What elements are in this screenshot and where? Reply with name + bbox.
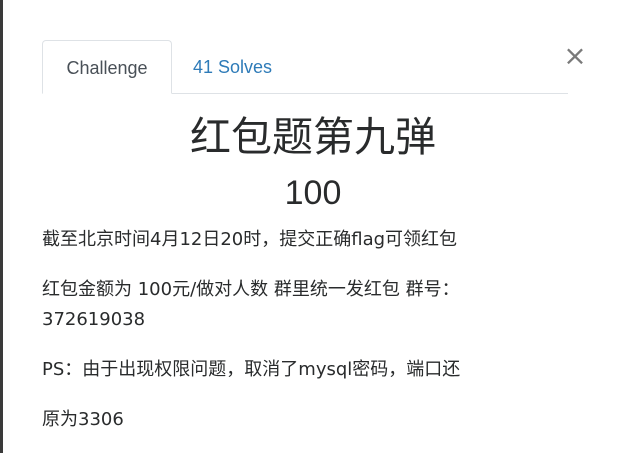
challenge-tabs: Challenge 41 Solves xyxy=(42,40,568,94)
description-line: 红包金额为 100元/做对人数 群里统一发红包 群号： xyxy=(42,279,460,300)
challenge-name: 红包题第九弹 xyxy=(190,113,436,161)
tab-challenge[interactable]: Challenge xyxy=(42,40,172,94)
challenge-value: 100 xyxy=(284,174,342,212)
window-edge xyxy=(0,0,3,453)
tab-solves[interactable]: 41 Solves xyxy=(193,40,272,93)
description-line: 原为3306 xyxy=(42,409,124,430)
description-line: PS：由于出现权限问题，取消了mysql密码，端口还 xyxy=(42,359,461,380)
description-line: 372619038 xyxy=(42,309,146,330)
description-line: 截至北京时间4月12日20时，提交正确flag可领红包 xyxy=(42,229,458,250)
challenge-modal: Challenge 41 Solves × 红包题第九弹 100 截至北京时间4… xyxy=(0,0,618,453)
close-icon[interactable]: × xyxy=(562,40,588,72)
